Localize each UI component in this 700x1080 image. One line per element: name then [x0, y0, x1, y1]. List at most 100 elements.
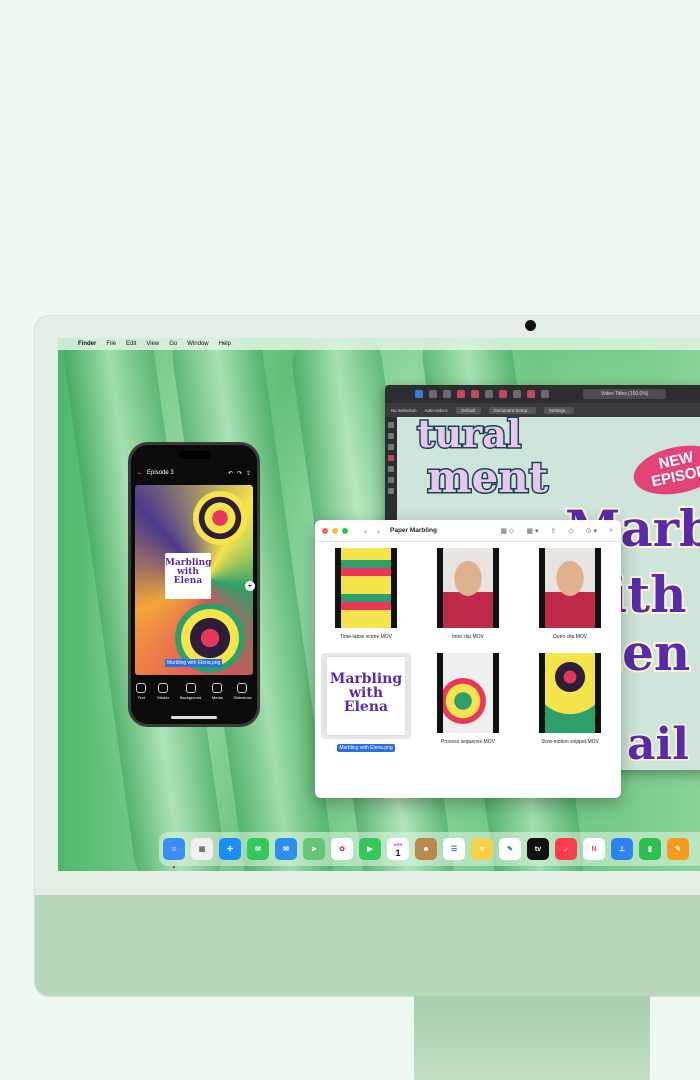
tool-icon[interactable]	[443, 390, 451, 398]
brush-tool-icon[interactable]	[388, 466, 394, 472]
text-tool-icon[interactable]	[388, 477, 394, 483]
undo-icon[interactable]: ↶	[228, 470, 233, 477]
tool-icon[interactable]	[471, 390, 479, 398]
back-icon[interactable]: ‹	[364, 526, 367, 536]
more-icon[interactable]: ⊙ ▾	[586, 527, 597, 535]
auto-select-toggle[interactable]: Auto-select:	[425, 408, 449, 413]
facetime-icon[interactable]: ▶	[359, 838, 381, 860]
phone-title: Episode 3	[147, 470, 174, 476]
share-icon[interactable]: ⇪	[550, 527, 556, 535]
maps-icon[interactable]: ➤	[303, 838, 325, 860]
minimize-button[interactable]	[332, 527, 338, 534]
camera	[525, 320, 536, 331]
notes-icon[interactable]: ≡	[471, 838, 493, 860]
keynote-icon[interactable]: ⊥	[611, 838, 633, 860]
design-toolbar: Video Titles (150.0%)	[385, 385, 700, 403]
tool-icon[interactable]	[499, 390, 507, 398]
file-name: Marbling with Elena.png	[337, 744, 395, 752]
menu-window[interactable]: Window	[187, 341, 208, 347]
forward-icon[interactable]: ›	[377, 526, 380, 536]
document-setup-button[interactable]: Document Setup...	[488, 406, 536, 414]
tool-icon[interactable]	[513, 390, 521, 398]
shape-tool-icon[interactable]	[388, 488, 394, 494]
reminders-icon[interactable]: ☰	[443, 838, 465, 860]
sticker-tool[interactable]: Sticker	[157, 683, 169, 700]
view-options-icon[interactable]: ▦ ◇	[500, 527, 514, 535]
marbling-swirl	[193, 491, 247, 545]
new-episode-badge: NEW EPISOD	[629, 438, 700, 502]
share-icon[interactable]: ⇪	[246, 470, 251, 477]
menu-go[interactable]: Go	[169, 341, 177, 347]
calendar-day: 1	[395, 848, 401, 858]
file-item-selected[interactable]: Marbling with Elena Marbling with Elena.…	[315, 653, 417, 752]
freeform-icon[interactable]: ✎	[499, 838, 521, 860]
tool-icon[interactable]	[527, 390, 535, 398]
contacts-icon[interactable]: ☻	[415, 838, 437, 860]
phone-sticker[interactable]: Marbling with Elena	[165, 553, 212, 599]
back-arrow-icon[interactable]: ←	[137, 470, 143, 476]
media-tool[interactable]: Media	[212, 683, 223, 700]
menu-edit[interactable]: Edit	[126, 341, 136, 347]
music-icon[interactable]: ♪	[555, 838, 577, 860]
slideshow-tool[interactable]: Slideshow	[233, 683, 252, 700]
mail-icon[interactable]: ✉	[275, 838, 297, 860]
context-toolbar: No Selection Auto-select: Default Docume…	[385, 403, 700, 417]
fill-tool-icon[interactable]	[388, 455, 394, 461]
numbers-icon[interactable]: ▮	[639, 838, 661, 860]
tool-label: Text	[137, 695, 145, 700]
auto-select-dropdown[interactable]: Default	[456, 406, 481, 414]
persona-icon[interactable]	[415, 390, 423, 398]
finder-window: ‹ › Paper Marbling ▦ ◇ ▦ ▾ ⇪ ◇ ⊙ ▾ ⌕ Tim…	[315, 520, 621, 798]
slideshow-icon	[237, 683, 248, 693]
move-tool-icon[interactable]	[388, 422, 394, 428]
file-item[interactable]: Time-lapse scene.MOV	[315, 548, 417, 641]
tag-icon[interactable]: ◇	[568, 527, 573, 535]
media-icon	[212, 683, 223, 693]
tool-icon[interactable]	[429, 390, 437, 398]
tool-icon[interactable]	[457, 390, 465, 398]
file-item[interactable]: Slow-motion snippet.MOV	[519, 653, 621, 752]
text-icon	[136, 683, 147, 693]
menu-file[interactable]: File	[106, 341, 116, 347]
tv-icon[interactable]: tv	[527, 838, 549, 860]
node-tool-icon[interactable]	[388, 433, 394, 439]
text-tool[interactable]: Text	[136, 683, 147, 700]
calendar-icon[interactable]: APR 1	[387, 838, 409, 860]
menu-app-name[interactable]: Finder	[78, 341, 96, 347]
safari-icon[interactable]: ✣	[219, 838, 241, 860]
search-icon[interactable]: ⌕	[609, 527, 613, 535]
canvas-text: ment	[425, 452, 549, 504]
redo-icon[interactable]: ↷	[237, 470, 242, 477]
dynamic-island	[179, 451, 211, 459]
menu-view[interactable]: View	[146, 341, 159, 347]
menu-help[interactable]: Help	[219, 341, 231, 347]
tool-label: Background	[179, 695, 202, 700]
file-item[interactable]: Intro clip.MOV	[417, 548, 519, 641]
file-item[interactable]: Process sequence.MOV	[417, 653, 519, 752]
messages-icon[interactable]: ✉	[247, 838, 269, 860]
launchpad-icon[interactable]: ▦	[191, 838, 213, 860]
background-tool[interactable]: Background	[180, 683, 201, 700]
photos-icon[interactable]: ✿	[331, 838, 353, 860]
news-icon[interactable]: N	[583, 838, 605, 860]
tool-label: Sticker	[156, 695, 170, 700]
dock: ☺ ▦ ✣ ✉ ✉ ➤ ✿ ▶ APR 1 ☻ ☰ ≡ ✎ tv ♪ N ⊥ ▮ …	[159, 832, 700, 866]
add-icon[interactable]: +	[245, 581, 255, 591]
pen-tool-icon[interactable]	[388, 444, 394, 450]
group-icon[interactable]: ▦ ▾	[526, 527, 538, 535]
finder-icon[interactable]: ☺	[163, 838, 185, 860]
tool-icon[interactable]	[541, 390, 549, 398]
canvas-text: ail	[626, 718, 691, 771]
file-name: Process sequence.MOV	[441, 739, 495, 745]
phone-toolbar: Text Sticker Background Media Slideshow	[131, 683, 257, 711]
canvas-text: tural	[415, 417, 522, 458]
file-item[interactable]: Outro clip.MOV	[519, 548, 621, 641]
pages-icon[interactable]: ✎	[667, 838, 689, 860]
settings-button[interactable]: Settings...	[543, 406, 574, 414]
close-button[interactable]	[322, 527, 328, 534]
tool-icon[interactable]	[485, 390, 493, 398]
zoom-button[interactable]	[342, 527, 348, 534]
video-thumbnail	[539, 548, 601, 628]
selection-status: No Selection	[391, 407, 417, 413]
phone-media-canvas[interactable]: Marbling with Elena Marbling with Elena.…	[135, 485, 253, 675]
